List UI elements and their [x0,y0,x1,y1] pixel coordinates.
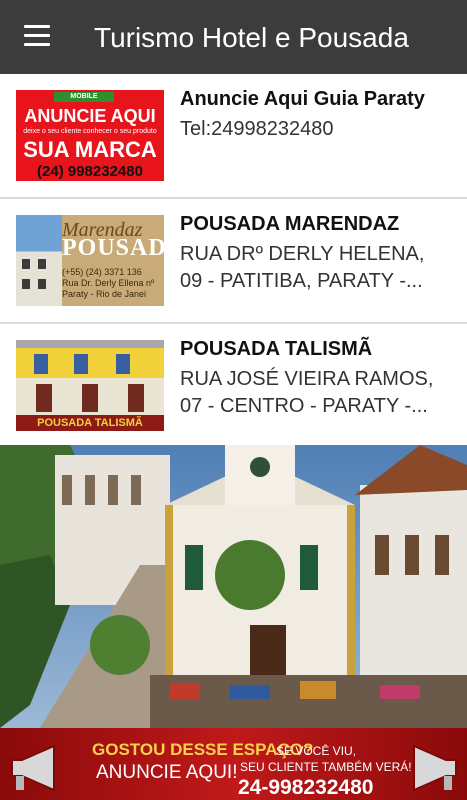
menu-line [24,25,50,28]
banner-call-to-action: ANUNCIE AQUI! [96,762,238,783]
megaphone-icon [11,744,55,792]
listing-name: POUSADA TALISMÃ [180,338,373,360]
photo-drawing [0,445,467,728]
lower-floor-shape [16,378,164,415]
thumb-city: Paraty - Rio de Janei [62,289,147,299]
ad-tagline: deixe o seu cliente conhecer o seu produ… [23,128,157,135]
listing-thumbnail: MOBILE ANUNCIE AQUI deixe o seu cliente … [16,90,164,181]
ad-big-text: SUA MARCA [23,137,157,162]
listing-detail: Tel:24998232480 [180,118,334,140]
paraty-church-photo [0,445,467,728]
thumb-street: Rua Dr. Derly Ellena nº [62,278,155,288]
ad-phone: (24) 998232480 [37,163,143,180]
list-item[interactable]: POUSADA TALISMÃ POUSADA TALISMÃ RUA JOSÉ… [0,324,467,448]
ad-headline: ANUNCIE AQUI [24,106,156,126]
megaphone-icon [413,744,457,792]
listing-detail: RUA JOSÉ VIEIRA RAMOS, 07 - CENTRO - PAR… [180,366,452,420]
advertisement-banner[interactable]: GOSTOU DESSE ESPAÇO? ANUNCIE AQUI! SE VO… [0,728,467,800]
brand-logo: MOBILE [54,92,114,102]
thumb-phone: (+55) (24) 3371 136 [62,267,142,277]
hotel-list: MOBILE ANUNCIE AQUI deixe o seu cliente … [0,74,467,448]
listing-name: Anuncie Aqui Guia Paraty [180,88,425,110]
address-line: 09 - PATITIBA, PARATY -... [180,270,423,292]
toolbar: Turismo Hotel e Pousada [0,0,467,74]
menu-line [24,34,50,37]
banner-text-1: SE VOCÊ VIU, [276,744,357,758]
thumb-banner: POUSADA TALISMÃ [16,415,164,431]
address-line: 07 - CENTRO - PARATY -... [180,395,428,417]
hamburger-menu-icon[interactable] [14,18,54,54]
banner-phone: 24-998232480 [238,776,374,799]
address-line: RUA JOSÉ VIEIRA RAMOS, [180,368,434,390]
thumb-big-name: POUSADA [62,235,164,261]
listing-thumbnail: POUSADA TALISMÃ [16,340,164,431]
menu-line [24,43,50,46]
banner-text-2: SEU CLIENTE TAMBÉM VERÁ! [240,760,412,774]
building-image [16,215,62,306]
thumb-contact: (+55) (24) 3371 136 Rua Dr. Derly Ellena… [62,267,154,300]
page-title: Turismo Hotel e Pousada [94,22,409,53]
roof-shape [16,340,164,348]
address-line: RUA DRº DERLY HELENA, [180,243,425,265]
listing-name: POUSADA MARENDAZ [180,213,400,235]
listing-detail: RUA DRº DERLY HELENA, 09 - PATITIBA, PAR… [180,241,452,295]
upper-floor-shape [16,348,164,378]
list-item[interactable]: Marendaz POUSADA (+55) (24) 3371 136 Rua… [0,199,467,324]
listing-thumbnail: Marendaz POUSADA (+55) (24) 3371 136 Rua… [16,215,164,306]
list-item[interactable]: MOBILE ANUNCIE AQUI deixe o seu cliente … [0,74,467,199]
